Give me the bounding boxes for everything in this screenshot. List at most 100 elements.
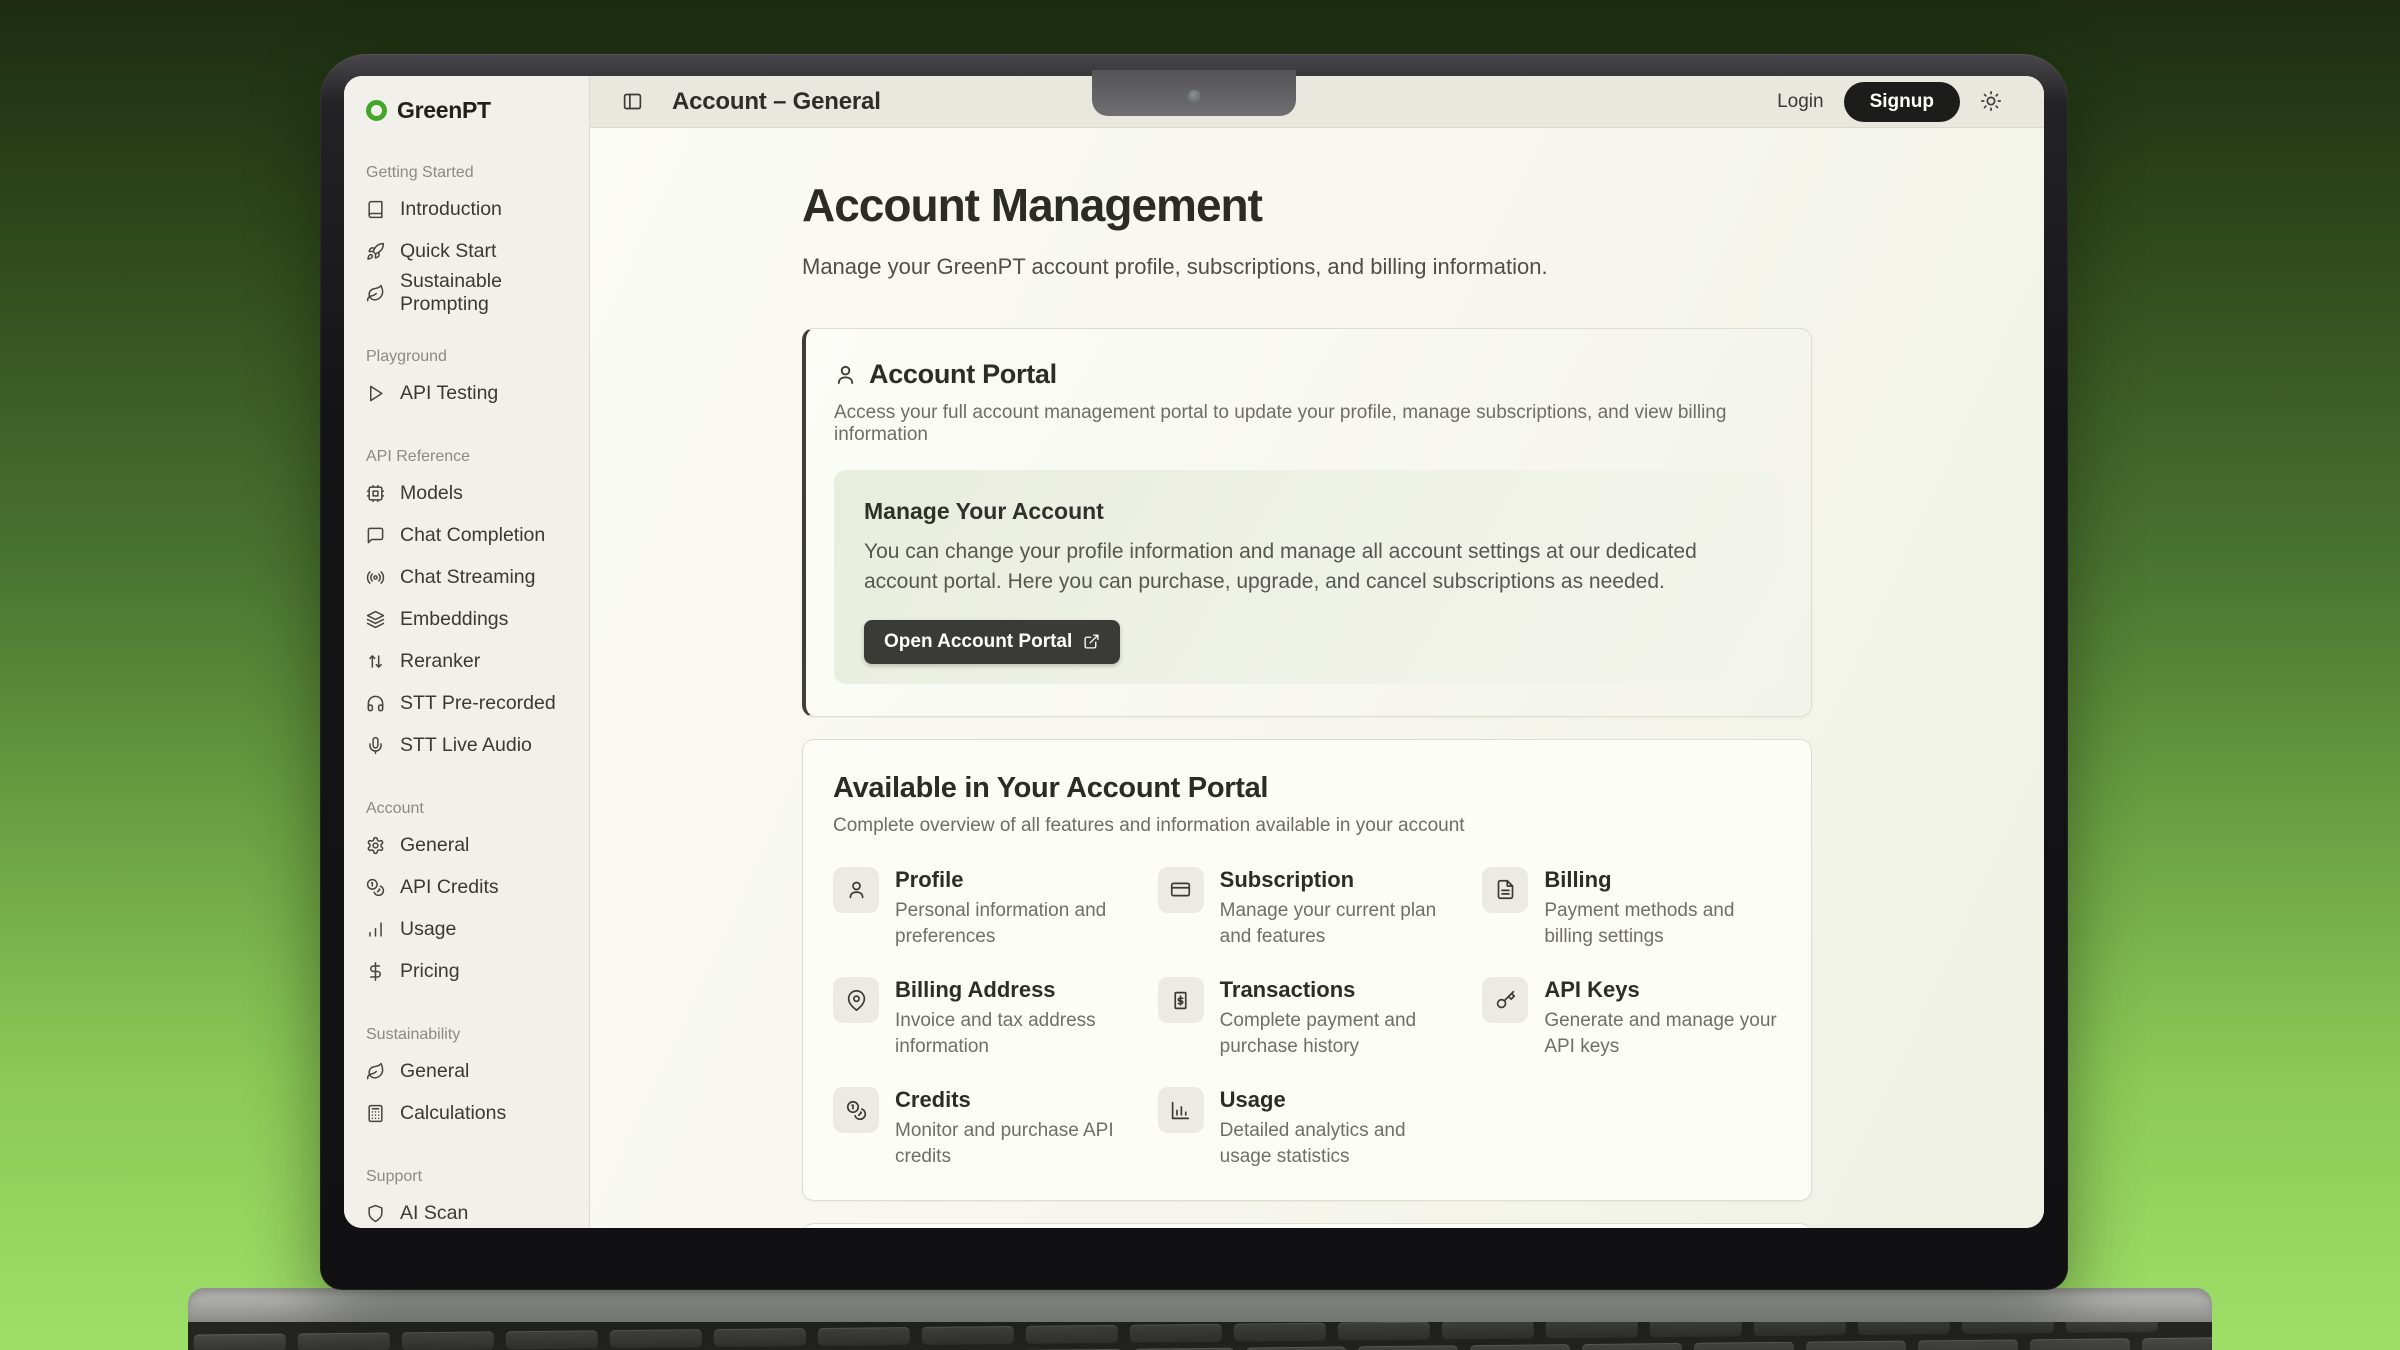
laptop-notch	[1092, 70, 1296, 116]
brand-name: GreenPT	[397, 97, 491, 124]
sidebar-item-usage[interactable]: Usage	[366, 908, 579, 950]
feature-api-keys: API Keys Generate and manage your API ke…	[1482, 977, 1781, 1059]
sidebar-section-playground: Playground	[366, 348, 579, 372]
credit-card-icon	[1170, 879, 1191, 900]
feature-title: Credits	[895, 1087, 1132, 1113]
external-link-icon	[1083, 633, 1100, 650]
laptop-deck	[188, 1288, 2212, 1322]
broadcast-icon	[366, 568, 385, 587]
sidebar-item-label: STT Live Audio	[400, 734, 532, 757]
sidebar-section-getting-started: Getting Started	[366, 164, 579, 188]
sidebar-item-api-testing[interactable]: API Testing	[366, 372, 579, 414]
feature-description: Invoice and tax address information	[895, 1008, 1132, 1059]
map-pin-icon	[846, 990, 867, 1011]
sidebar-item-label: Pricing	[400, 960, 460, 983]
sidebar-item-pricing[interactable]: Pricing	[366, 950, 579, 992]
feature-profile: Profile Personal information and prefere…	[833, 867, 1132, 949]
sidebar-item-account-general[interactable]: General	[366, 824, 579, 866]
sidebar-item-label: Calculations	[400, 1102, 506, 1125]
feature-description: Personal information and preferences	[895, 898, 1132, 949]
calculator-icon	[366, 1104, 385, 1123]
sidebar-item-stt-pre-recorded[interactable]: STT Pre-recorded	[366, 682, 579, 724]
sidebar-item-ai-scan[interactable]: AI Scan	[366, 1192, 579, 1228]
theme-toggle-button[interactable]	[1980, 90, 2004, 114]
portal-features-card: Available in Your Account Portal Complet…	[802, 739, 1812, 1201]
feature-description: Monitor and purchase API credits	[895, 1118, 1132, 1169]
sidebar-item-label: STT Pre-recorded	[400, 692, 556, 715]
page-subtitle: Manage your GreenPT account profile, sub…	[802, 254, 1812, 280]
rocket-icon	[366, 242, 385, 261]
book-icon	[366, 200, 385, 219]
feature-title: Transactions	[1220, 977, 1457, 1003]
sidebar-item-label: Chat Streaming	[400, 566, 535, 589]
sidebar-item-label: API Credits	[400, 876, 499, 899]
feature-title: Usage	[1220, 1087, 1457, 1113]
laptop-screen: GreenPT Getting Started Introduction Qui…	[320, 54, 2068, 1290]
manage-account-title: Manage Your Account	[864, 498, 1753, 525]
feature-billing-address: Billing Address Invoice and tax address …	[833, 977, 1132, 1059]
sidebar-item-label: General	[400, 834, 469, 857]
brand-logo[interactable]: GreenPT	[366, 90, 579, 130]
sidebar-item-label: Embeddings	[400, 608, 508, 631]
page-breadcrumb-title: Account – General	[672, 88, 881, 116]
cpu-icon	[366, 484, 385, 503]
manage-account-box: Manage Your Account You can change your …	[834, 470, 1783, 684]
sidebar-item-label: AI Scan	[400, 1202, 468, 1225]
account-portal-description: Access your full account management port…	[834, 402, 1783, 446]
feature-credits: Credits Monitor and purchase API credits	[833, 1087, 1132, 1169]
sidebar-item-label: Chat Completion	[400, 524, 545, 547]
sidebar-item-stt-live-audio[interactable]: STT Live Audio	[366, 724, 579, 766]
sidebar-item-api-credits[interactable]: API Credits	[366, 866, 579, 908]
sun-icon	[1980, 90, 2002, 112]
feature-title: Profile	[895, 867, 1132, 893]
receipt-icon	[1170, 990, 1191, 1011]
open-account-portal-button[interactable]: Open Account Portal	[864, 620, 1120, 664]
sidebar-item-label: Usage	[400, 918, 456, 941]
app-window: GreenPT Getting Started Introduction Qui…	[344, 76, 2044, 1228]
camera-dot	[1188, 90, 1201, 103]
feature-subscription: Subscription Manage your current plan an…	[1158, 867, 1457, 949]
sidebar-item-introduction[interactable]: Introduction	[366, 188, 579, 230]
page-title: Account Management	[802, 178, 1812, 232]
dollar-icon	[366, 962, 385, 981]
feature-description: Payment methods and billing settings	[1544, 898, 1781, 949]
sidebar-item-embeddings[interactable]: Embeddings	[366, 598, 579, 640]
login-link[interactable]: Login	[1777, 91, 1824, 113]
sidebar-item-calculations[interactable]: Calculations	[366, 1092, 579, 1134]
play-icon	[366, 384, 385, 403]
file-text-icon	[1495, 879, 1516, 900]
sidebar-item-models[interactable]: Models	[366, 472, 579, 514]
feature-description: Complete payment and purchase history	[1220, 1008, 1457, 1059]
panel-left-icon	[622, 91, 643, 112]
shield-icon	[366, 1204, 385, 1223]
feature-description: Generate and manage your API keys	[1544, 1008, 1781, 1059]
sidebar-section-account: Account	[366, 800, 579, 824]
brand-logo-icon	[366, 100, 387, 121]
signup-button[interactable]: Signup	[1844, 82, 1960, 122]
sidebar-item-reranker[interactable]: Reranker	[366, 640, 579, 682]
laptop-keyboard	[188, 1322, 2212, 1350]
key-icon	[1495, 990, 1516, 1011]
user-icon	[834, 363, 857, 386]
feature-grid: Profile Personal information and prefere…	[833, 867, 1781, 1170]
sidebar-item-chat-completion[interactable]: Chat Completion	[366, 514, 579, 556]
sidebar-toggle-button[interactable]	[622, 90, 646, 114]
sidebar-section-api-reference: API Reference	[366, 448, 579, 472]
message-square-icon	[366, 526, 385, 545]
leaf-icon	[366, 284, 385, 303]
microphone-icon	[366, 736, 385, 755]
sidebar-item-quick-start[interactable]: Quick Start	[366, 230, 579, 272]
user-icon	[846, 879, 867, 900]
feature-title: Billing Address	[895, 977, 1132, 1003]
feature-usage: Usage Detailed analytics and usage stati…	[1158, 1087, 1457, 1169]
sidebar-item-sustainable-prompting[interactable]: Sustainable Prompting	[366, 272, 579, 314]
feature-title: Billing	[1544, 867, 1781, 893]
account-portal-title: Account Portal	[869, 359, 1057, 390]
open-account-portal-label: Open Account Portal	[884, 631, 1072, 653]
sidebar: GreenPT Getting Started Introduction Qui…	[344, 76, 590, 1228]
feature-title: Subscription	[1220, 867, 1457, 893]
sidebar-item-label: API Testing	[400, 382, 498, 405]
sidebar-item-chat-streaming[interactable]: Chat Streaming	[366, 556, 579, 598]
sidebar-item-sustainability-general[interactable]: General	[366, 1050, 579, 1092]
feature-title: API Keys	[1544, 977, 1781, 1003]
